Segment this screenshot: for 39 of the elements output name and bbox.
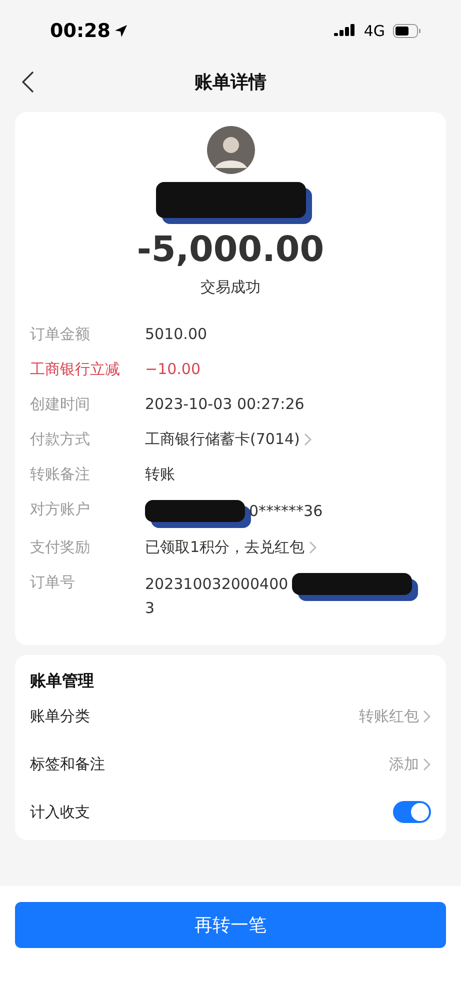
amount: -5,000.00 xyxy=(136,230,324,270)
detail-label: 对方账户 xyxy=(30,500,91,519)
signal-icon xyxy=(334,24,356,38)
clock-time: 00:28 xyxy=(50,20,110,42)
detail-label: 转账备注 xyxy=(30,465,91,484)
setting-value[interactable]: 添加 xyxy=(389,754,419,774)
battery-icon xyxy=(393,24,421,38)
detail-label: 订单号 xyxy=(30,573,76,592)
transaction-status: 交易成功 xyxy=(200,278,260,297)
chevron-right-icon xyxy=(304,433,312,446)
setting-label: 标签和备注 xyxy=(30,754,105,774)
section-title: 账单管理 xyxy=(30,671,95,692)
detail-value: 5010.00 xyxy=(145,325,208,343)
detail-label: 支付奖励 xyxy=(30,538,91,557)
detail-value: 3 xyxy=(145,599,156,617)
detail-label: 工商银行立减 xyxy=(30,360,121,379)
setting-label: 账单分类 xyxy=(30,706,90,726)
toggle-switch[interactable] xyxy=(393,801,431,823)
location-arrow-icon xyxy=(114,24,128,38)
back-icon[interactable] xyxy=(22,71,34,93)
detail-value: 2023-10-03 00:27:26 xyxy=(145,395,304,413)
detail-label: 创建时间 xyxy=(30,395,91,414)
detail-value: 0******36 xyxy=(249,502,323,520)
detail-value: 转账 xyxy=(145,465,175,484)
transfer-again-button[interactable]: 再转一笔 xyxy=(15,902,446,948)
detail-value[interactable]: 工商银行储蓄卡(7014) xyxy=(145,430,300,449)
setting-value[interactable]: 转账红包 xyxy=(359,706,419,726)
page-title: 账单详情 xyxy=(194,71,268,94)
detail-label: 付款方式 xyxy=(30,430,91,449)
chevron-right-icon xyxy=(308,541,317,554)
avatar xyxy=(206,126,254,174)
setting-label: 计入收支 xyxy=(30,802,90,822)
chevron-right-icon xyxy=(423,710,431,722)
detail-value: 202310032000400 xyxy=(145,575,288,593)
detail-value: −10.00 xyxy=(145,360,201,378)
network-type: 4G xyxy=(364,22,385,40)
detail-label: 订单金额 xyxy=(30,325,91,344)
detail-value[interactable]: 已领取1积分，去兑红包 xyxy=(145,538,305,557)
chevron-right-icon xyxy=(423,758,431,770)
